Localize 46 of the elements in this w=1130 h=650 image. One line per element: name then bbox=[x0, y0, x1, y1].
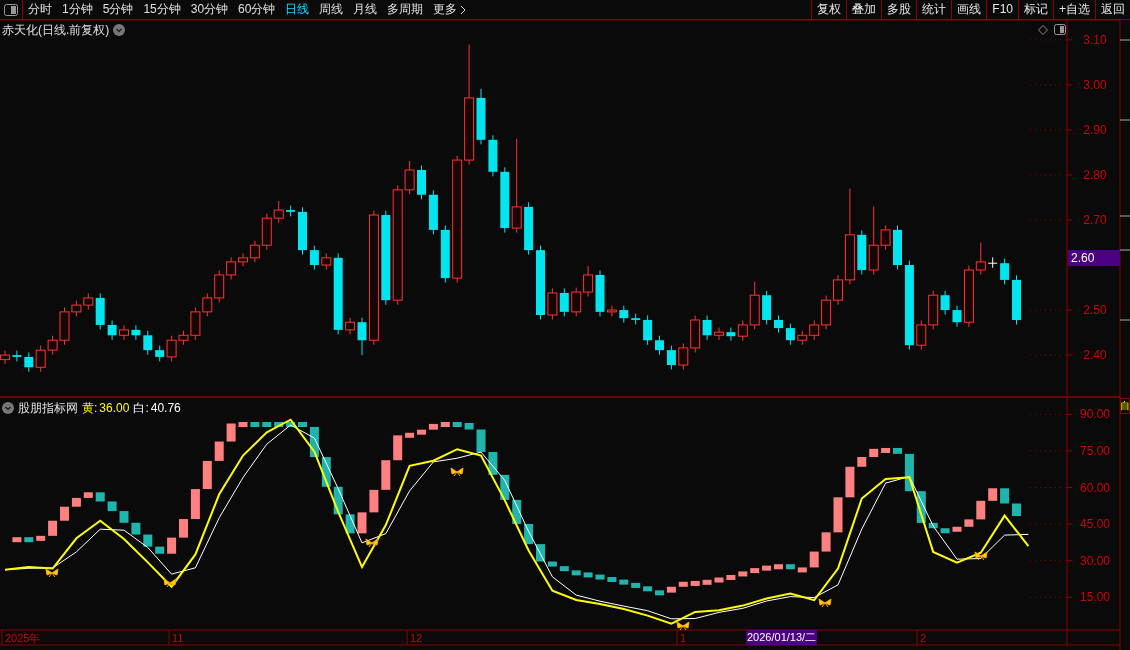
period-tab[interactable]: 60分钟 bbox=[238, 0, 276, 19]
indicator-name: 股朋指标网 bbox=[18, 400, 78, 417]
toolbar-button[interactable]: +自选 bbox=[1053, 0, 1095, 19]
price-axis-label: 2.90 bbox=[1083, 122, 1107, 137]
indicator-axis-label: 45.00 bbox=[1080, 517, 1110, 532]
toolbar-button[interactable]: 返回 bbox=[1095, 0, 1130, 19]
period-tab[interactable]: 日线 bbox=[285, 0, 310, 19]
date-axis-label: 11 bbox=[172, 632, 184, 644]
cursor-date-label: 2026/01/13/二 bbox=[746, 630, 818, 645]
toolbar-button[interactable]: 标记 bbox=[1018, 0, 1053, 19]
period-tab[interactable]: 周线 bbox=[319, 0, 344, 19]
toolbar-button[interactable]: 叠加 bbox=[846, 0, 882, 19]
toolbar-button[interactable]: F10 bbox=[986, 0, 1018, 19]
price-axis-label: 2.50 bbox=[1083, 303, 1107, 318]
legend-value: 40.76 bbox=[150, 400, 181, 417]
stock-title: 赤天化(日线.前复权) bbox=[2, 22, 110, 39]
toolbar-button[interactable]: 画线 bbox=[951, 0, 987, 19]
legend-label: 黄: bbox=[82, 400, 98, 417]
price-axis-label: 2.80 bbox=[1083, 167, 1107, 182]
price-axis-label: 2.70 bbox=[1083, 213, 1107, 227]
indicator-axis-label: 75.00 bbox=[1080, 443, 1110, 458]
price-axis-label: 3.10 bbox=[1083, 32, 1107, 47]
date-axis-label: 12 bbox=[410, 632, 423, 644]
period-tab[interactable]: 5分钟 bbox=[102, 0, 134, 19]
period-tab[interactable]: 更多 bbox=[433, 0, 467, 19]
toolbar-button[interactable]: 复权 bbox=[811, 0, 847, 19]
last-price-tag: 2.60 bbox=[1068, 250, 1120, 266]
period-tab[interactable]: 1分钟 bbox=[62, 0, 93, 19]
period-tab[interactable]: 多周期 bbox=[387, 0, 424, 19]
indicator-axis-label: 90.00 bbox=[1080, 407, 1110, 422]
legend-value: 36.00 bbox=[99, 400, 130, 417]
price-axis-label: 2.40 bbox=[1083, 348, 1107, 363]
date-axis-label: 1 bbox=[680, 632, 687, 644]
period-tab[interactable]: 15分钟 bbox=[143, 0, 181, 19]
toolbar-button[interactable]: 统计 bbox=[916, 0, 952, 19]
period-tab[interactable]: 月线 bbox=[353, 0, 378, 19]
period-tab[interactable]: 30分钟 bbox=[190, 0, 229, 19]
indicator-axis-label: 15.00 bbox=[1080, 590, 1110, 605]
period-tab[interactable]: 分时 bbox=[28, 0, 52, 19]
price-axis-label: 3.00 bbox=[1083, 77, 1107, 92]
indicator-axis-label: 30.00 bbox=[1080, 553, 1110, 568]
legend-label: 白: bbox=[133, 400, 149, 417]
toolbar-button[interactable]: 多股 bbox=[881, 0, 917, 19]
indicator-axis-label: 60.00 bbox=[1080, 480, 1110, 495]
date-axis-label: 2 bbox=[920, 632, 927, 644]
date-axis-label: 2025年 bbox=[5, 632, 41, 644]
